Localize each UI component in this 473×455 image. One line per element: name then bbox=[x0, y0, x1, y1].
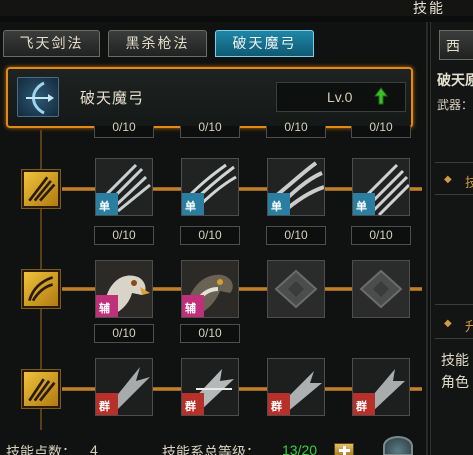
skill-slot[interactable]: 群 bbox=[352, 358, 410, 416]
skill-slot[interactable]: 辅 bbox=[95, 260, 153, 318]
detail-section-2: 升 bbox=[465, 316, 473, 335]
skill-slot[interactable]: 群 bbox=[267, 358, 325, 416]
skill-count: 0/10 bbox=[266, 226, 326, 245]
detail-weapon-label: 武器： bbox=[437, 98, 473, 112]
window-title: 技能 bbox=[413, 0, 445, 16]
diamond-icon: ◆ bbox=[444, 174, 452, 185]
triple-slash-icon[interactable] bbox=[22, 370, 60, 408]
skill-count: 0/10 bbox=[180, 226, 240, 245]
upgrade-arrow-icon[interactable] bbox=[374, 87, 388, 105]
skill-footer: 技能点数： 4 技能系总等级： 13/20 bbox=[0, 442, 428, 455]
support-badge: 辅 bbox=[96, 295, 118, 317]
skill-level-box: Lv.0 bbox=[276, 82, 406, 112]
group-attack-badge: 群 bbox=[268, 393, 290, 415]
skill-count: 0/10 bbox=[94, 324, 154, 343]
skill-count: 0/10 bbox=[94, 121, 154, 138]
detail-tab[interactable]: 西 bbox=[439, 30, 473, 60]
add-point-button[interactable] bbox=[334, 443, 354, 455]
skill-detail-panel: 西 破天原 武器： ◆ 技 ◆ 升 技能 角色 bbox=[430, 22, 473, 455]
skill-count: 0/10 bbox=[180, 324, 240, 343]
skill-slot[interactable]: 群 bbox=[95, 358, 153, 416]
skill-slot[interactable]: 辅 bbox=[181, 260, 239, 318]
total-level-value: 13/20 bbox=[282, 442, 318, 455]
support-badge: 辅 bbox=[182, 295, 204, 317]
tab-heisha-spear[interactable]: 黑杀枪法 bbox=[108, 30, 207, 57]
tab-potian-bow[interactable]: 破天魔弓 bbox=[215, 30, 314, 57]
skill-count: 0/10 bbox=[351, 121, 411, 138]
stone-rune-art bbox=[353, 261, 409, 317]
skill-slot[interactable]: 单 bbox=[181, 158, 239, 216]
single-target-badge: 单 bbox=[96, 193, 118, 215]
skill-grid: 0/10 0/10 0/10 0/10 单 单 单 单 0/10 0/10 0/… bbox=[0, 121, 428, 450]
skill-slot[interactable]: 单 bbox=[352, 158, 410, 216]
group-attack-badge: 群 bbox=[182, 393, 204, 415]
window-title-bar: 技能 bbox=[0, 0, 473, 16]
skill-points-label: 技能点数： bbox=[6, 444, 76, 455]
bow-skill-icon bbox=[17, 77, 59, 117]
divider bbox=[435, 304, 473, 305]
detail-section-1: 技 bbox=[465, 172, 473, 191]
selected-skill-header[interactable]: 破天魔弓 Lv.0 bbox=[6, 67, 413, 128]
detail-text-2: 角色 bbox=[441, 374, 469, 390]
skill-slot[interactable]: 单 bbox=[95, 158, 153, 216]
slash-claw-icon[interactable] bbox=[22, 170, 60, 208]
skill-count: 0/10 bbox=[266, 121, 326, 138]
detail-text-1: 技能 bbox=[441, 352, 469, 368]
single-target-badge: 单 bbox=[182, 193, 204, 215]
single-target-badge: 单 bbox=[268, 193, 290, 215]
feather-wing-icon[interactable] bbox=[22, 270, 60, 308]
detail-skill-name: 破天原 bbox=[437, 72, 473, 88]
total-level-label: 技能系总等级： bbox=[162, 444, 260, 455]
skill-slot-locked[interactable] bbox=[267, 260, 325, 318]
divider bbox=[435, 338, 473, 339]
single-target-badge: 单 bbox=[353, 193, 375, 215]
skill-count: 0/10 bbox=[351, 226, 411, 245]
group-attack-badge: 群 bbox=[353, 393, 375, 415]
skill-points-value: 4 bbox=[90, 442, 98, 455]
diamond-icon: ◆ bbox=[444, 318, 452, 329]
tab-feitian-sword[interactable]: 飞天剑法 bbox=[3, 30, 100, 57]
selected-skill-name: 破天魔弓 bbox=[80, 90, 145, 107]
skill-level: Lv.0 bbox=[327, 89, 353, 105]
divider bbox=[435, 162, 473, 163]
skill-count: 0/10 bbox=[94, 226, 154, 245]
skill-slot-locked[interactable] bbox=[352, 260, 410, 318]
skill-slot[interactable]: 群 bbox=[181, 358, 239, 416]
reset-button[interactable] bbox=[383, 436, 413, 455]
divider bbox=[435, 194, 473, 195]
skill-count: 0/10 bbox=[180, 121, 240, 138]
skill-slot[interactable]: 单 bbox=[267, 158, 325, 216]
group-attack-badge: 群 bbox=[96, 393, 118, 415]
stone-rune-art bbox=[268, 261, 324, 317]
